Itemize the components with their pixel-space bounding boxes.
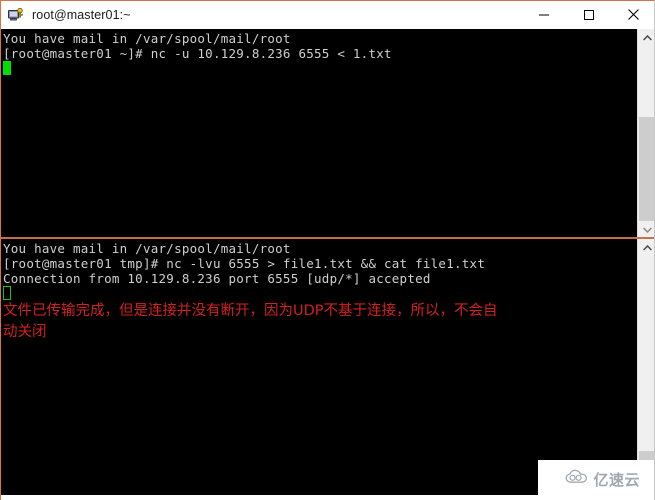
terminal-cursor-top [3, 61, 11, 75]
scrollbar-thumb-top[interactable] [639, 117, 654, 221]
chevron-up-icon [642, 34, 652, 41]
maximize-button[interactable] [566, 1, 611, 28]
terminal-line: Connection from 10.129.8.236 port 6555 [… [3, 271, 431, 286]
cloud-icon [565, 469, 589, 490]
terminal-cursor-row [3, 286, 637, 301]
terminal-line: You have mail in /var/spool/mail/root [3, 31, 291, 46]
chevron-down-icon [642, 226, 652, 233]
annotation-line: 文件已传输完成，但是连接并没有断开，因为UDP不基于连接，所以，不会自 [3, 303, 498, 319]
terminal-pane-top[interactable]: You have mail in /var/spool/mail/root [r… [1, 29, 654, 238]
close-button[interactable] [611, 1, 654, 28]
terminal-line: [root@master01 ~]# nc -u 10.129.8.236 65… [3, 46, 392, 61]
terminal-cursor-row [3, 61, 637, 76]
terminal-line: You have mail in /var/spool/mail/root [3, 241, 291, 256]
title-bar: root@master01:~ [1, 1, 654, 28]
scrollbar-up-button-top[interactable] [638, 29, 654, 46]
close-icon [628, 9, 639, 20]
watermark-text: 亿速云 [593, 471, 640, 489]
scrollbar-top[interactable] [637, 29, 654, 238]
watermark: 亿速云 [559, 464, 648, 495]
scrollbar-up-button-bottom[interactable] [638, 239, 654, 256]
scrollbar-bottom[interactable] [637, 239, 654, 495]
terminal-cursor-bottom [3, 286, 11, 300]
minimize-icon [538, 14, 549, 15]
putty-icon [8, 7, 24, 23]
terminal-line: [root@master01 tmp]# nc -lvu 6555 > file… [3, 256, 486, 271]
terminal-output-top: You have mail in /var/spool/mail/root [r… [1, 29, 637, 238]
window-controls [521, 1, 654, 28]
putty-window: root@master01:~ You have mail in /var/sp… [0, 0, 655, 500]
annotation-line: 动关闭 [3, 324, 47, 340]
maximize-icon [583, 9, 594, 20]
terminal-pane-bottom[interactable]: You have mail in /var/spool/mail/root [r… [1, 239, 654, 495]
chevron-up-icon [642, 244, 652, 251]
scrollbar-down-button-top[interactable] [638, 221, 654, 238]
minimize-button[interactable] [521, 1, 566, 28]
window-title: root@master01:~ [32, 7, 131, 22]
terminal-output-bottom: You have mail in /var/spool/mail/root [r… [1, 239, 637, 495]
